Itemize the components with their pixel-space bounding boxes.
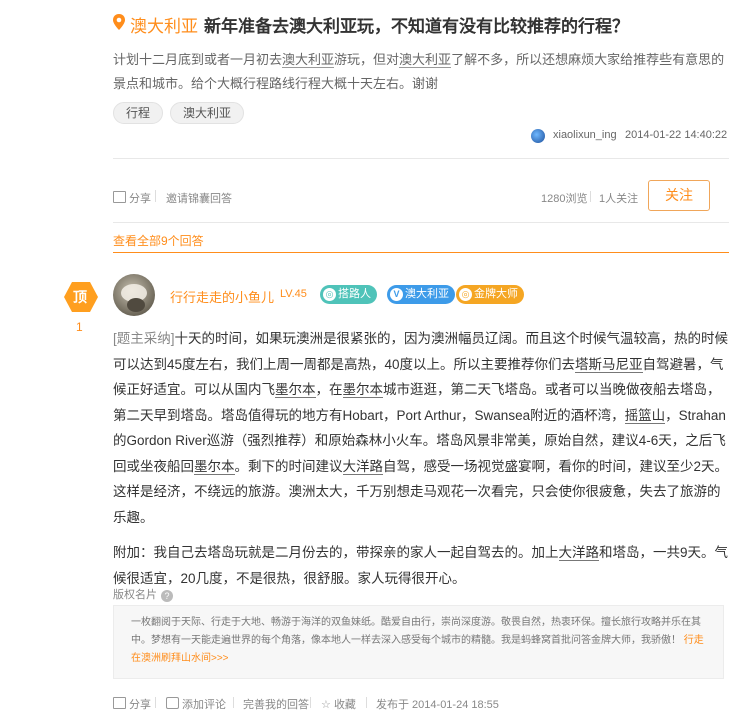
follow-button[interactable]: 关注	[648, 180, 710, 211]
accepted-tag: [题主采纳]	[113, 331, 175, 346]
answers-divider	[113, 252, 729, 253]
view-count: 1280浏览	[541, 193, 588, 205]
copyright-card-label: 版权名片?	[113, 586, 173, 602]
poi-link-melbourne[interactable]: 墨尔本	[275, 382, 316, 398]
answerer-name[interactable]: 行行走走的小鱼儿	[170, 287, 274, 306]
question-share-button[interactable]: 分享	[113, 190, 151, 206]
poi-link-tasmania[interactable]: 塔斯马尼亚	[575, 356, 643, 373]
invite-answer-button[interactable]: 邀请锦囊回答	[166, 190, 232, 206]
answer-paragraph: [题主采纳]十天的时间，如果玩澳洲是很紧张的，因为澳洲幅员辽阔。而且这个时候气温…	[113, 326, 729, 530]
help-icon[interactable]: ?	[161, 590, 173, 602]
answer-text: ，在	[315, 382, 343, 397]
collect-label: 收藏	[333, 699, 356, 711]
signature-card: 一枚翻阅于天际、行走于大地、畅游于海洋的双鱼妹纸。酷爱自由行，崇尚深度游。敬畏自…	[113, 605, 724, 679]
divider	[113, 222, 729, 223]
answer-share-button[interactable]: 分享	[113, 696, 151, 712]
follow-count: 1人关注	[599, 193, 639, 205]
question-location-link[interactable]: 澳大利亚	[130, 12, 198, 37]
share-icon	[113, 697, 126, 709]
view-all-answers-link[interactable]: 查看全部9个回答	[113, 232, 204, 249]
separator	[155, 190, 156, 202]
gold-medal-icon: ◎	[459, 288, 472, 301]
badge-australia[interactable]: V 澳大利亚	[387, 285, 455, 304]
tag-australia[interactable]: 澳大利亚	[170, 102, 245, 124]
badge-label: 搭路人	[338, 288, 371, 300]
collect-button[interactable]: ☆ 收藏	[321, 696, 356, 712]
badge-label: 金牌大师	[474, 288, 518, 300]
comment-icon	[166, 697, 179, 709]
question-author[interactable]: xiaolixun_ing	[553, 129, 617, 141]
answer-paragraph: 附加：我自己去塔岛玩就是二月份去的，带探亲的家人一起自驾去的。加上大洋路和塔岛，…	[113, 540, 729, 591]
share-label: 分享	[129, 699, 151, 711]
answer-text: 。剩下的时间建议	[234, 458, 343, 474]
improve-answer-button[interactable]: 完善我的回答	[243, 696, 309, 712]
upvote-count: 1	[76, 320, 83, 334]
poi-link-great-ocean-road[interactable]: 大洋路	[342, 458, 383, 475]
location-pin-icon	[113, 14, 125, 30]
desc-text: 游玩，但对	[334, 52, 400, 67]
question-description: 计划十二月底到或者一月初去澳大利亚游玩，但对澳大利亚了解不多，所以还想麻烦大家给…	[113, 48, 728, 96]
question-title[interactable]: 新年准备去澳大利亚玩，不知道有没有比较推荐的行程？	[204, 12, 629, 37]
separator	[590, 191, 591, 202]
divider	[113, 158, 729, 159]
desc-link-australia[interactable]: 澳大利亚	[282, 52, 335, 68]
desc-link-australia[interactable]: 澳大利亚	[399, 52, 452, 68]
publish-date: 发布于 2014-01-24 18:55	[376, 699, 499, 711]
guide-badge-icon: ◎	[323, 288, 336, 301]
share-label: 分享	[129, 193, 151, 205]
upvote-label[interactable]: 顶	[73, 287, 87, 307]
signature-body: 一枚翻阅于天际、行走于大地、畅游于海洋的双鱼妹纸。酷爱自由行，崇尚深度游。敬畏自…	[131, 617, 701, 646]
question-date: 2014-01-22 14:40:22	[625, 129, 728, 141]
separator	[155, 697, 156, 708]
answerer-avatar[interactable]	[113, 274, 155, 316]
star-icon: ☆	[321, 699, 331, 711]
badge-gold-master[interactable]: ◎ 金牌大师	[456, 285, 524, 304]
separator	[366, 697, 367, 708]
badge-guide[interactable]: ◎ 搭路人	[320, 285, 377, 304]
add-comment-button[interactable]: 添加评论	[166, 696, 226, 712]
copyright-text: 版权名片	[113, 589, 157, 601]
poi-link-cradle-mountain[interactable]: 摇篮山	[624, 407, 666, 424]
author-avatar[interactable]	[531, 129, 545, 143]
answerer-level: LV.45	[280, 288, 307, 300]
answer-text: 附加：我自己去塔岛玩就是二月份去的，带探亲的家人一起自驾去的。加上	[113, 545, 559, 560]
signature-text: 一枚翻阅于天际、行走于大地、畅游于海洋的双鱼妹纸。酷爱自由行，崇尚深度游。敬畏自…	[131, 614, 709, 668]
poi-link-great-ocean-road[interactable]: 大洋路	[558, 545, 599, 561]
answer-body: [题主采纳]十天的时间，如果玩澳洲是很紧张的，因为澳洲幅员辽阔。而且这个时候气温…	[113, 326, 729, 591]
share-icon	[113, 191, 126, 203]
separator	[233, 697, 234, 708]
poi-link-melbourne[interactable]: 墨尔本	[342, 382, 383, 398]
verified-icon: V	[390, 288, 403, 301]
separator	[310, 697, 311, 708]
tag-itinerary[interactable]: 行程	[113, 102, 164, 124]
comment-label: 添加评论	[182, 699, 226, 711]
badge-label: 澳大利亚	[405, 288, 449, 300]
desc-text: 计划十二月底到或者一月初去	[113, 52, 283, 67]
poi-link-melbourne[interactable]: 墨尔本	[194, 458, 235, 475]
